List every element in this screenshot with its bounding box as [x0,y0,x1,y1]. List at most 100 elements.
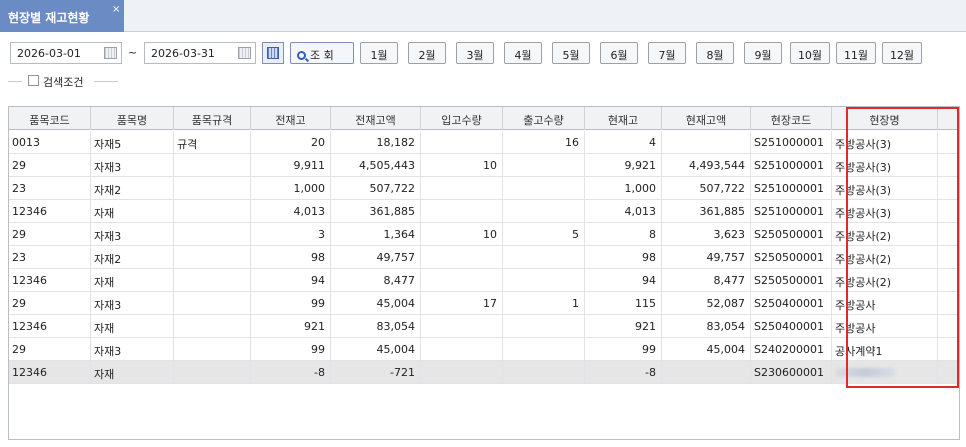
cell-item-code[interactable]: 23 [9,246,91,269]
cell-cur-amount[interactable]: 52,087 [662,292,751,315]
cell-item-name[interactable]: 자재3 [91,223,174,246]
cell-prev-stock[interactable]: 921 [251,315,331,338]
cell-in-qty[interactable] [421,315,503,338]
cell-item-spec[interactable] [174,200,251,223]
cell-prev-stock[interactable]: 1,000 [251,177,331,200]
cell-cur-stock[interactable]: 115 [585,292,662,315]
cell-item-code[interactable]: 29 [9,292,91,315]
cell-item-spec[interactable] [174,338,251,361]
cell-prev-stock[interactable]: 9,911 [251,154,331,177]
table-row[interactable]: 0013 자재5 규격 20 18,182 16 4 S251000001 주방공사(3) [9,131,959,154]
header-col-item-code[interactable]: 품목코드 [9,107,91,130]
cell-prev-stock[interactable]: 20 [251,131,331,154]
cell-item-spec[interactable] [174,177,251,200]
cell-site-name[interactable]: 공사계약1 [832,338,938,361]
cell-prev-amount[interactable]: 49,757 [331,246,421,269]
calendar-icon[interactable] [238,47,251,59]
month-button[interactable]: 11월 [836,42,876,64]
cell-prev-stock[interactable]: 4,013 [251,200,331,223]
cell-out-qty[interactable]: 5 [503,223,585,246]
cell-cur-stock[interactable]: 9,921 [585,154,662,177]
header-col-item-name[interactable]: 품목명 [91,107,174,130]
cell-site-code[interactable]: S250400001 [751,315,832,338]
cell-cur-amount[interactable] [662,361,751,384]
cell-item-name[interactable]: 자재 [91,269,174,292]
cell-prev-amount[interactable]: 45,004 [331,338,421,361]
cell-in-qty[interactable] [421,131,503,154]
header-col-prev-amount[interactable]: 전재고액 [331,107,421,130]
cell-prev-stock[interactable]: 3 [251,223,331,246]
cell-out-qty[interactable]: 16 [503,131,585,154]
cell-cur-stock[interactable]: 1,000 [585,177,662,200]
cell-in-qty[interactable]: 10 [421,154,503,177]
cell-out-qty[interactable] [503,154,585,177]
cell-site-code[interactable]: S250500001 [751,269,832,292]
header-col-site-name[interactable]: 현장명 [832,107,938,130]
cell-in-qty[interactable] [421,269,503,292]
date-to-field[interactable]: 2026-03-31 [144,42,256,64]
cell-site-code[interactable]: S251000001 [751,154,832,177]
cell-item-spec[interactable] [174,292,251,315]
month-button[interactable]: 3월 [456,42,494,64]
cell-prev-stock[interactable]: 99 [251,338,331,361]
cell-cur-amount[interactable]: 507,722 [662,177,751,200]
cell-out-qty[interactable] [503,315,585,338]
cell-item-code[interactable]: 29 [9,338,91,361]
header-col-site-code[interactable]: 현장코드 [751,107,832,130]
calendar-icon[interactable] [104,47,117,59]
cell-in-qty[interactable] [421,361,503,384]
month-button[interactable]: 8월 [696,42,734,64]
cell-cur-amount[interactable]: 3,623 [662,223,751,246]
cell-cur-stock[interactable]: 921 [585,315,662,338]
cell-prev-stock[interactable]: 99 [251,292,331,315]
cell-site-code[interactable]: S251000001 [751,131,832,154]
cell-cur-stock[interactable]: 8 [585,223,662,246]
cell-in-qty[interactable]: 10 [421,223,503,246]
search-condition-checkbox[interactable] [28,75,39,86]
cell-site-name[interactable]: 주방공사(2) [832,269,938,292]
cell-site-name[interactable] [832,361,938,384]
table-row[interactable]: 12346 자재 921 83,054 921 83,054 S250400001 주방공사 [9,315,959,338]
cell-in-qty[interactable]: 17 [421,292,503,315]
cell-item-name[interactable]: 자재 [91,315,174,338]
cell-item-code[interactable]: 12346 [9,361,91,384]
cell-site-code[interactable]: S250500001 [751,246,832,269]
cell-site-name[interactable]: 주방공사(3) [832,154,938,177]
table-row[interactable]: 12346 자재 94 8,477 94 8,477 S250500001 주방공사(2) [9,269,959,292]
cell-prev-stock[interactable]: -8 [251,361,331,384]
cell-in-qty[interactable] [421,246,503,269]
cell-cur-amount[interactable]: 361,885 [662,200,751,223]
cell-cur-stock[interactable]: -8 [585,361,662,384]
cell-cur-stock[interactable]: 99 [585,338,662,361]
month-button[interactable]: 9월 [744,42,782,64]
cell-site-name[interactable]: 주방공사(3) [832,131,938,154]
cell-item-code[interactable]: 12346 [9,315,91,338]
table-row[interactable]: 29 자재3 3 1,364 10 5 8 3,623 S250500001 주방공사(2) [9,223,959,246]
calendar-button[interactable] [262,42,284,64]
cell-site-name[interactable]: 주방공사 [832,292,938,315]
cell-site-code[interactable]: S251000001 [751,200,832,223]
cell-item-code[interactable]: 23 [9,177,91,200]
cell-out-qty[interactable] [503,177,585,200]
cell-item-code[interactable]: 12346 [9,269,91,292]
table-row[interactable]: 29 자재3 99 45,004 99 45,004 S240200001 공사계약1 [9,338,959,361]
cell-in-qty[interactable] [421,338,503,361]
cell-out-qty[interactable] [503,200,585,223]
header-col-item-spec[interactable]: 품목규격 [174,107,251,130]
table-row[interactable]: 12346 자재 -8 -721 -8 S230600001 [9,361,959,384]
cell-item-code[interactable]: 29 [9,223,91,246]
cell-item-name[interactable]: 자재 [91,200,174,223]
cell-prev-amount[interactable]: 8,477 [331,269,421,292]
cell-site-code[interactable]: S251000001 [751,177,832,200]
cell-item-code[interactable]: 12346 [9,200,91,223]
month-button[interactable]: 4월 [504,42,542,64]
cell-prev-stock[interactable]: 94 [251,269,331,292]
table-row[interactable]: 12346 자재 4,013 361,885 4,013 361,885 S25100000… [9,200,959,223]
cell-prev-amount[interactable]: 45,004 [331,292,421,315]
cell-cur-stock[interactable]: 94 [585,269,662,292]
month-button[interactable]: 1월 [360,42,398,64]
cell-item-spec[interactable] [174,246,251,269]
cell-cur-stock[interactable]: 4,013 [585,200,662,223]
header-col-cur-amount[interactable]: 현재고액 [662,107,751,130]
cell-site-code[interactable]: S250400001 [751,292,832,315]
